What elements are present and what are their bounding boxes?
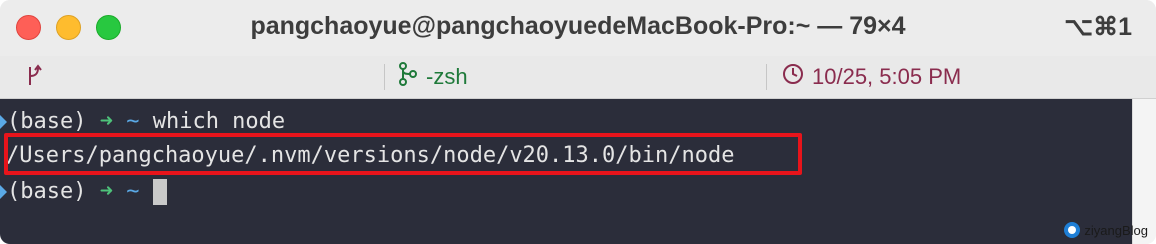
branch-icon[interactable] bbox=[24, 63, 46, 89]
watermark-text: ziyangBlog bbox=[1084, 222, 1148, 238]
text-cursor bbox=[152, 179, 167, 205]
tab-bar: -zsh 10/25, 5:05 PM bbox=[0, 56, 1156, 99]
wifi-logo-icon bbox=[1064, 222, 1081, 238]
prompt-mark-icon bbox=[0, 115, 7, 129]
tab-separator bbox=[384, 64, 385, 90]
watermark: ziyangBlog bbox=[1064, 222, 1148, 238]
prompt-env: (base) bbox=[7, 109, 100, 134]
prompt-env: (base) bbox=[7, 179, 100, 204]
prompt-dir: ~ bbox=[126, 109, 140, 134]
prompt-arrow: ➜ bbox=[99, 109, 113, 134]
minimize-button[interactable] bbox=[56, 15, 81, 40]
close-button[interactable] bbox=[16, 15, 41, 40]
terminal-line: (base) ➜ ~ bbox=[0, 177, 167, 207]
command-text: which node bbox=[139, 109, 286, 134]
prompt-mark-icon bbox=[0, 185, 7, 199]
tab-zsh-label: -zsh bbox=[426, 64, 468, 89]
tab-separator bbox=[766, 64, 767, 90]
tab-time[interactable]: 10/25, 5:05 PM bbox=[782, 62, 961, 92]
prompt-dir: ~ bbox=[126, 179, 140, 204]
clock-icon bbox=[782, 63, 804, 91]
git-branch-icon bbox=[398, 62, 418, 92]
zoom-button[interactable] bbox=[96, 15, 121, 40]
window-shortcut: ⌥⌘1 bbox=[1064, 13, 1132, 41]
title-bar: pangchaoyue@pangchaoyuedeMacBook-Pro:~ —… bbox=[0, 0, 1156, 56]
tab-zsh[interactable]: -zsh bbox=[398, 62, 468, 92]
terminal-window: pangchaoyue@pangchaoyuedeMacBook-Pro:~ —… bbox=[0, 0, 1156, 244]
highlight-annotation bbox=[4, 133, 802, 175]
window-title: pangchaoyue@pangchaoyuedeMacBook-Pro:~ —… bbox=[250, 12, 906, 40]
prompt-arrow: ➜ bbox=[99, 179, 113, 204]
tab-time-label: 10/25, 5:05 PM bbox=[812, 64, 962, 89]
